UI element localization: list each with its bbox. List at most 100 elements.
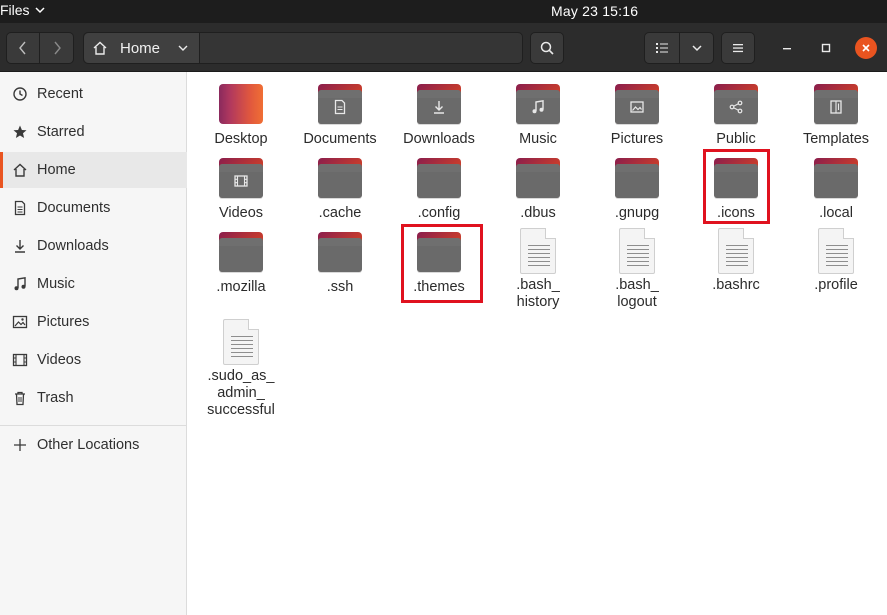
home-icon [93,41,107,55]
path-segment-home[interactable]: Home [84,33,200,63]
file-label: Videos [218,205,264,221]
file-label: Public [716,131,756,147]
file-item-bash-history[interactable]: .bash_ history [488,228,588,311]
file-item-documents[interactable]: Documents [290,82,390,148]
clock-icon [13,87,27,101]
file-item-sudo-as-admin-successful[interactable]: .sudo_as_ admin_ successful [191,319,291,419]
file-label: .mozilla [216,279,266,295]
file-item-videos[interactable]: Videos [191,156,291,222]
trash-icon [15,391,25,406]
view-options-button[interactable] [680,32,714,64]
file-label: .config [417,205,461,221]
folder-icon [514,82,562,130]
folder-icon [415,156,463,204]
sidebar-item-recent[interactable]: Recent [0,76,187,112]
text-file-icon [812,228,860,276]
file-item-mozilla[interactable]: .mozilla [191,230,291,296]
desktop-folder-icon [217,82,265,130]
folder-icon [217,230,265,278]
file-item-music[interactable]: Music [488,82,588,148]
close-button[interactable] [855,37,877,59]
file-item-config[interactable]: .config [389,156,489,222]
file-item-downloads[interactable]: Downloads [389,82,489,148]
path-bar[interactable]: Home [83,32,523,64]
sidebar-item-label: Videos [37,352,82,368]
sidebar-item-other-locations[interactable]: Other Locations [0,427,187,463]
text-file-icon [712,228,760,276]
list-view-button[interactable] [644,32,680,64]
forward-button[interactable] [40,32,74,64]
folder-icon [613,156,661,204]
chevron-left-icon [19,41,26,55]
document-icon [14,200,26,216]
header-bar: Home [0,23,887,72]
share-icon [729,100,743,114]
file-item-templates[interactable]: Templates [786,82,886,148]
file-item-profile[interactable]: .profile [786,228,886,294]
file-label: .cache [318,205,362,221]
maximize-button[interactable] [815,37,837,59]
file-item-dbus[interactable]: .dbus [488,156,588,222]
sidebar-item-music[interactable]: Music [0,266,187,302]
file-label: .gnupg [614,205,660,221]
file-item-cache[interactable]: .cache [290,156,390,222]
file-item-bashrc[interactable]: .bashrc [686,228,786,294]
file-item-public[interactable]: Public [686,82,786,148]
file-item-ssh[interactable]: .ssh [290,230,390,296]
maximize-icon [821,43,831,53]
back-button[interactable] [6,32,40,64]
sidebar-item-home[interactable]: Home [0,152,187,188]
file-label: .sudo_as_ admin_ successful [207,368,275,418]
file-label: Desktop [214,131,268,147]
file-label: Templates [802,131,870,147]
video-icon [234,175,248,187]
sidebar-divider [0,425,187,426]
top-bar: Files May 23 15:16 [0,0,887,23]
folder-icon [316,156,364,204]
file-label: .bash_ history [516,277,560,310]
sidebar-item-label: Downloads [37,238,109,254]
sidebar-item-documents[interactable]: Documents [0,190,187,226]
file-label: Documents [303,131,377,147]
sidebar-item-label: Documents [37,200,111,216]
main-menu-button[interactable] [721,32,755,64]
sidebar-item-starred[interactable]: Starred [0,114,187,150]
sidebar-item-downloads[interactable]: Downloads [0,228,187,264]
music-icon [532,99,544,114]
picture-icon [630,101,644,113]
picture-icon [12,315,28,329]
sidebar-item-label: Home [37,162,76,178]
chevron-right-icon [53,41,61,55]
folder-icon [812,156,860,204]
highlight-box-themes [401,224,483,303]
app-menu[interactable]: Files [0,2,46,18]
file-label: .dbus [520,205,556,221]
sidebar-item-label: Trash [37,390,74,406]
hamburger-icon [733,44,743,53]
minimize-button[interactable] [776,37,798,59]
chevron-down-icon [691,45,702,52]
folder-icon [316,82,364,130]
download-icon [15,240,25,253]
file-label: .bash_ logout [615,277,659,310]
sidebar-item-videos[interactable]: Videos [0,342,187,378]
template-icon [830,100,842,114]
app-name: Files [0,2,30,18]
path-segment-label: Home [120,39,161,57]
file-label: .bashrc [712,277,760,293]
sidebar-item-trash[interactable]: Trash [0,380,187,416]
file-item-gnupg[interactable]: .gnupg [587,156,687,222]
folder-icon [415,82,463,130]
file-item-local[interactable]: .local [786,156,886,222]
file-item-desktop[interactable]: Desktop [191,82,291,148]
clock[interactable]: May 23 15:16 [551,3,638,19]
file-item-pictures[interactable]: Pictures [587,82,687,148]
sidebar: Recent Starred Home Documents Downloads … [0,72,187,615]
folder-icon [316,230,364,278]
video-icon [12,353,28,367]
search-button[interactable] [530,32,564,64]
text-file-icon [217,319,265,367]
home-icon [13,163,27,177]
file-item-bash-logout[interactable]: .bash_ logout [587,228,687,311]
sidebar-item-pictures[interactable]: Pictures [0,304,187,340]
